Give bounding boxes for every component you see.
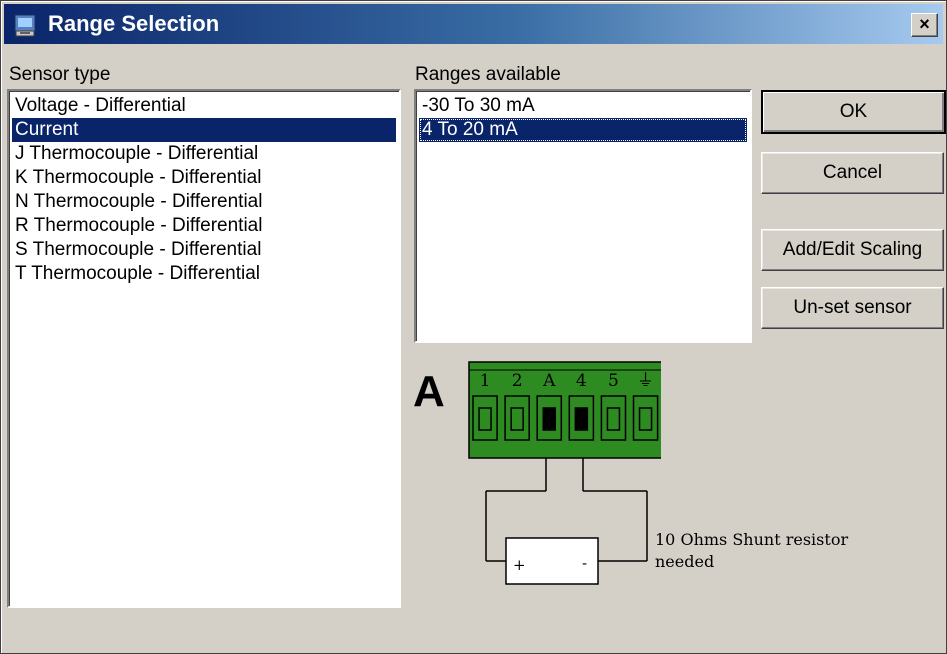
pin-label: ⏚ (637, 371, 654, 391)
ranges-available-list[interactable]: -30 To 30 mA 4 To 20 mA (414, 89, 752, 343)
window-title: Range Selection (48, 11, 220, 36)
ranges-available-label: Ranges available (415, 64, 561, 85)
app-icon (14, 14, 36, 37)
pin-label: 4 (576, 371, 587, 391)
wiring-diagram: A 1 2 A 4 5 ⏚ + - (413, 361, 661, 585)
range-selection-dialog: Range Selection × Sensor type Voltage - … (0, 0, 947, 654)
note-line-1: 10 Ohms Shunt resistor (655, 530, 849, 549)
sensor-type-list-item[interactable]: J Thermocouple - Differential (12, 142, 396, 166)
shunt-resistor-note: 10 Ohms Shunt resistor needed (655, 529, 855, 573)
pin-label: 5 (608, 371, 619, 391)
ok-button[interactable]: OK (761, 90, 946, 134)
plus-terminal-label: + (513, 556, 526, 574)
cancel-button[interactable]: Cancel (761, 152, 944, 194)
sensor-type-list[interactable]: Voltage - Differential Current J Thermocou… (7, 89, 401, 608)
pin-label: 2 (512, 371, 523, 391)
pin-label: 1 (480, 371, 491, 391)
range-list-item[interactable]: -30 To 30 mA (419, 94, 747, 118)
sensor-type-list-item[interactable]: R Thermocouple - Differential (12, 214, 396, 238)
title-bar[interactable]: Range Selection × (4, 4, 943, 44)
sensor-type-list-item[interactable]: S Thermocouple - Differential (12, 238, 396, 262)
range-list-item[interactable]: 4 To 20 mA (419, 118, 747, 142)
sensor-type-list-item[interactable]: Current (12, 118, 396, 142)
minus-terminal-label: - (582, 554, 587, 572)
sensor-type-list-item[interactable]: K Thermocouple - Differential (12, 166, 396, 190)
note-line-2: needed (655, 552, 715, 571)
sensor-type-list-item[interactable]: T Thermocouple - Differential (12, 262, 396, 286)
terminal-screw-connected (574, 407, 589, 431)
sensor-type-list-item[interactable]: Voltage - Differential (12, 94, 396, 118)
add-edit-scaling-button[interactable]: Add/Edit Scaling (761, 229, 944, 271)
channel-letter: A (413, 367, 445, 416)
sensor-type-label: Sensor type (9, 64, 111, 85)
sensor-type-list-item[interactable]: N Thermocouple - Differential (12, 190, 396, 214)
close-button[interactable]: × (911, 13, 938, 37)
pin-label: A (542, 371, 556, 391)
terminal-screw-connected (542, 407, 556, 431)
unset-sensor-button[interactable]: Un-set sensor (761, 287, 944, 329)
